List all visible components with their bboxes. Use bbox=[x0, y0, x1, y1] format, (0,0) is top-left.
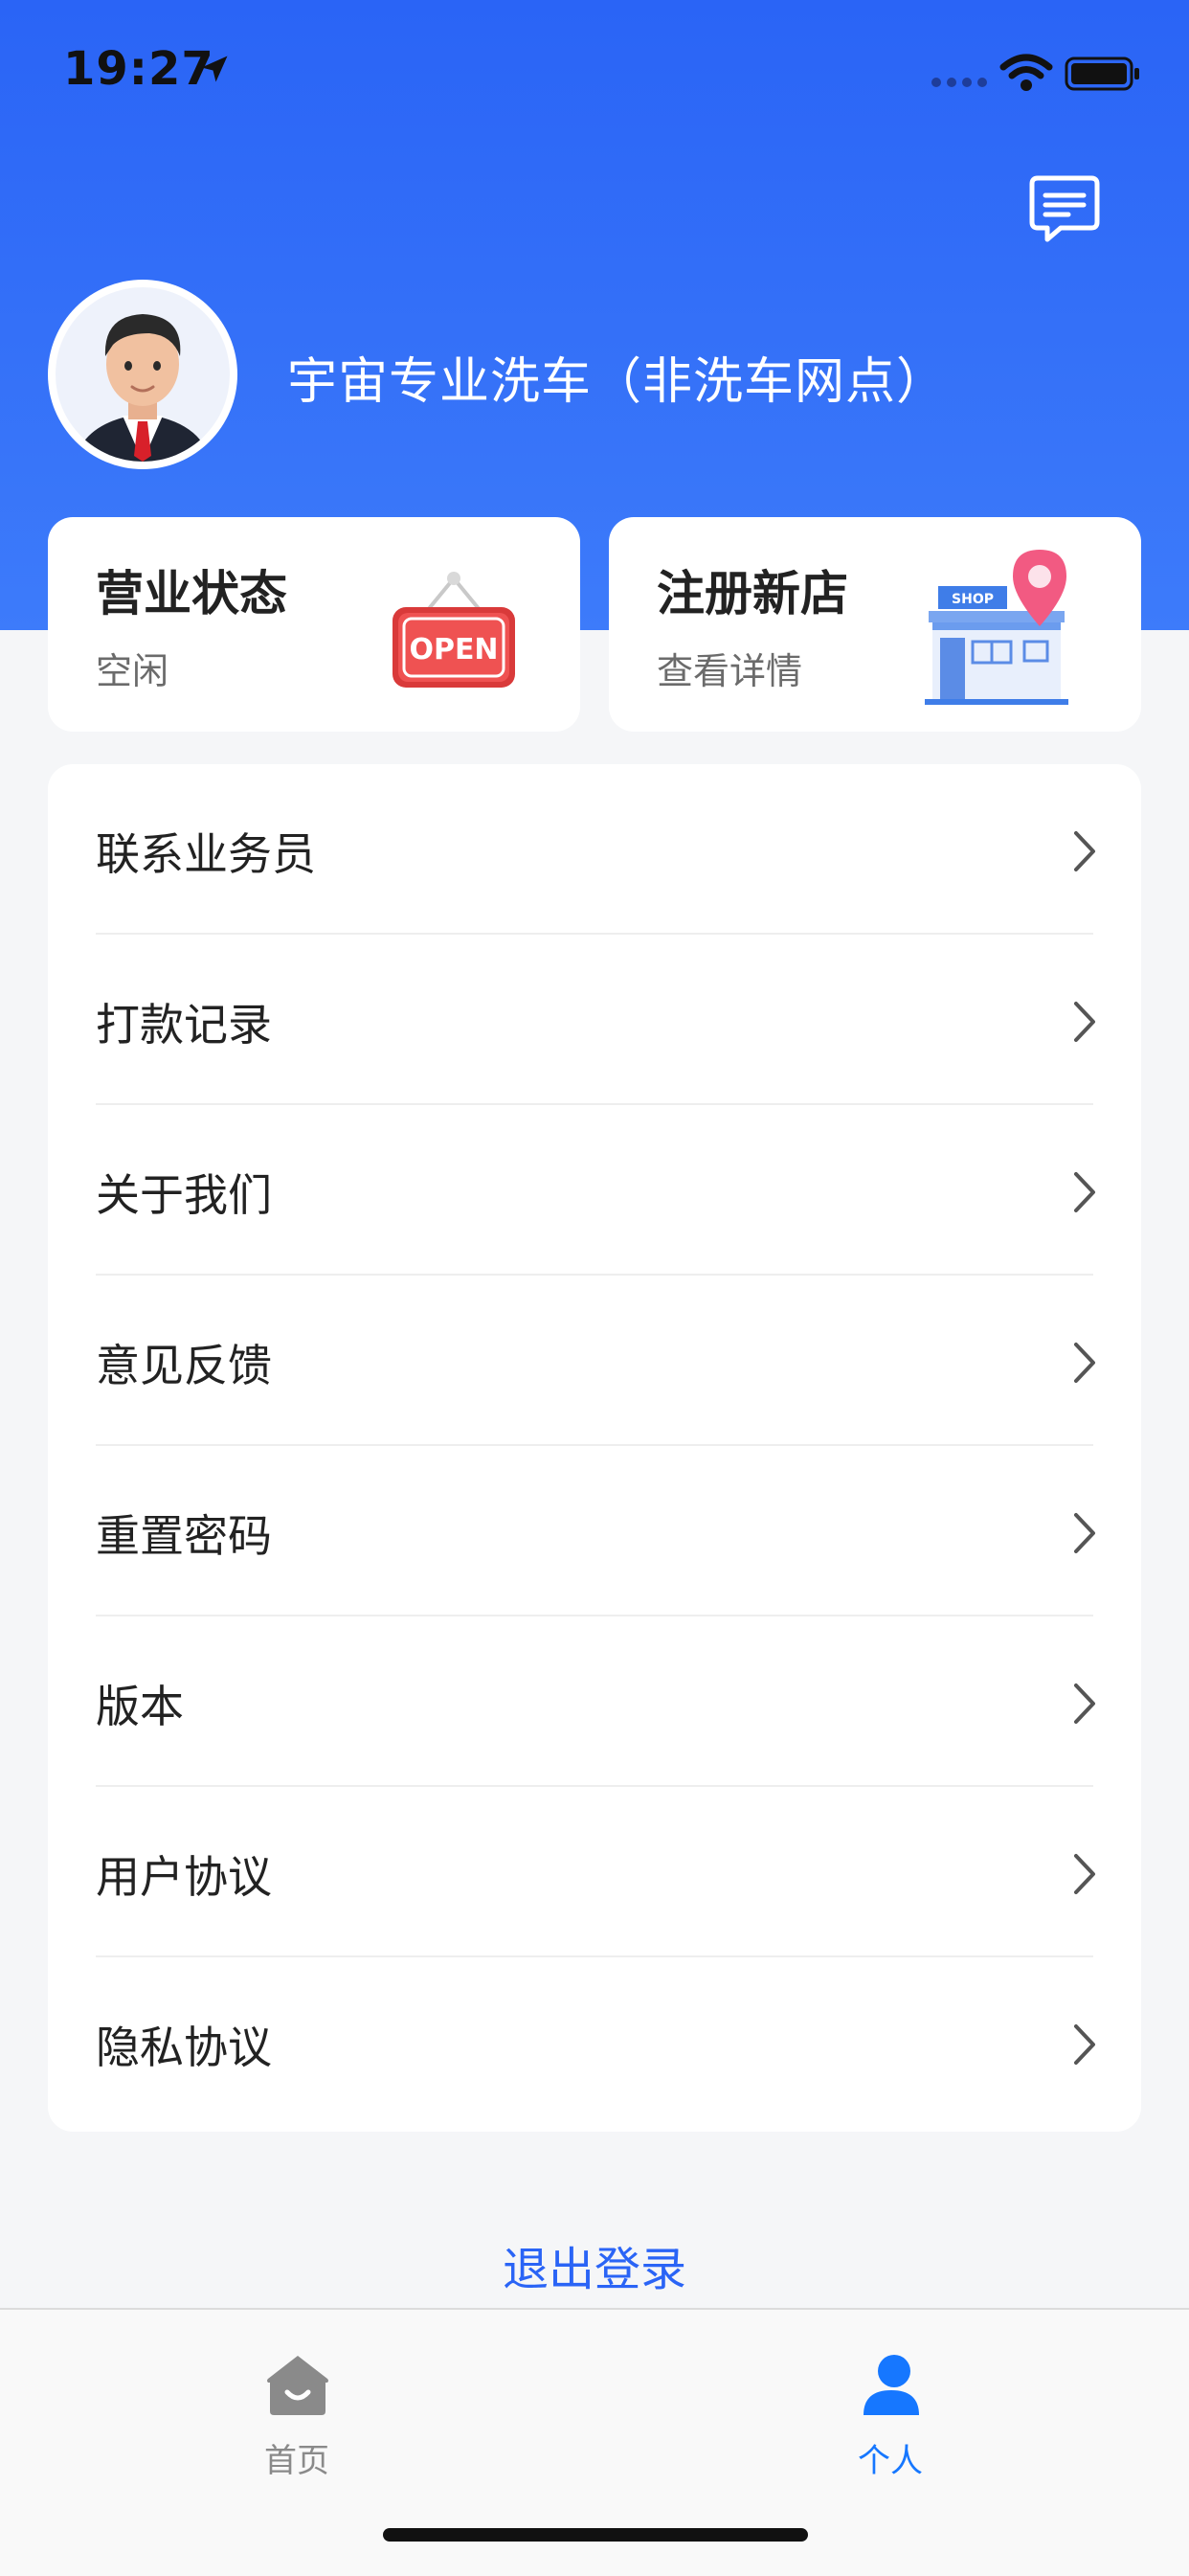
battery-icon bbox=[1065, 56, 1139, 91]
home-indicator bbox=[383, 2528, 808, 2542]
business-status-card[interactable]: 营业状态 空闲 OPEN bbox=[48, 517, 580, 732]
settings-menu: 联系业务员 打款记录 关于我们 意见反馈 重置密码 版本 用户协议 隐私协议 bbox=[48, 764, 1141, 2132]
logout-button[interactable]: 退出登录 bbox=[0, 2231, 1189, 2298]
menu-item-label: 关于我们 bbox=[96, 1169, 272, 1221]
menu-item-contact-salesperson[interactable]: 联系业务员 bbox=[48, 764, 1141, 935]
wifi-icon bbox=[999, 54, 1053, 91]
business-status-title: 营业状态 bbox=[96, 566, 287, 621]
home-icon bbox=[267, 2356, 328, 2415]
chevron-right-icon bbox=[1074, 1002, 1095, 1042]
tab-me[interactable]: 个人 bbox=[795, 2333, 986, 2486]
avatar-illustration bbox=[75, 314, 211, 462]
menu-item-version[interactable]: 版本 bbox=[48, 1616, 1141, 1787]
menu-item-payment-records[interactable]: 打款记录 bbox=[48, 935, 1141, 1105]
menu-item-user-agreement[interactable]: 用户协议 bbox=[48, 1787, 1141, 1957]
register-store-card[interactable]: 注册新店 查看详情 SHOP bbox=[609, 517, 1141, 732]
menu-item-label: 联系业务员 bbox=[96, 828, 316, 880]
tab-home-label: 首页 bbox=[264, 2442, 329, 2480]
status-time: 19:27 bbox=[63, 42, 214, 96]
chevron-right-icon bbox=[1074, 1683, 1095, 1724]
location-arrow-icon bbox=[201, 56, 228, 82]
register-store-subtitle: 查看详情 bbox=[657, 650, 803, 692]
chevron-right-icon bbox=[1074, 831, 1095, 871]
tab-home[interactable]: 首页 bbox=[201, 2333, 393, 2486]
menu-item-label: 版本 bbox=[96, 1681, 184, 1732]
menu-item-feedback[interactable]: 意见反馈 bbox=[48, 1276, 1141, 1446]
chevron-right-icon bbox=[1074, 2024, 1095, 2065]
menu-item-label: 打款记录 bbox=[96, 999, 272, 1051]
tab-me-label: 个人 bbox=[858, 2442, 923, 2480]
store-name: 宇宙专业洗车（非洗车网点） bbox=[287, 353, 948, 411]
open-sign-icon: OPEN bbox=[393, 572, 515, 688]
message-icon[interactable] bbox=[1028, 174, 1101, 243]
menu-item-label: 隐私协议 bbox=[96, 2022, 272, 2073]
register-store-title: 注册新店 bbox=[657, 566, 848, 621]
menu-item-label: 重置密码 bbox=[96, 1510, 272, 1562]
shop-location-icon: SHOP bbox=[925, 550, 1068, 705]
chevron-right-icon bbox=[1074, 1854, 1095, 1894]
person-icon bbox=[864, 2355, 919, 2415]
menu-item-label: 用户协议 bbox=[96, 1851, 272, 1903]
user-avatar[interactable] bbox=[48, 280, 237, 469]
chevron-right-icon bbox=[1074, 1343, 1095, 1383]
svg-text:SHOP: SHOP bbox=[952, 592, 994, 607]
menu-item-label: 意见反馈 bbox=[96, 1340, 272, 1391]
menu-item-about-us[interactable]: 关于我们 bbox=[48, 1105, 1141, 1276]
menu-item-reset-password[interactable]: 重置密码 bbox=[48, 1446, 1141, 1616]
chevron-right-icon bbox=[1074, 1172, 1095, 1212]
svg-text:OPEN: OPEN bbox=[409, 633, 498, 667]
menu-item-privacy-policy[interactable]: 隐私协议 bbox=[48, 1957, 1141, 2128]
signal-icon bbox=[931, 78, 987, 87]
chevron-right-icon bbox=[1074, 1513, 1095, 1553]
business-status-value: 空闲 bbox=[96, 650, 169, 692]
